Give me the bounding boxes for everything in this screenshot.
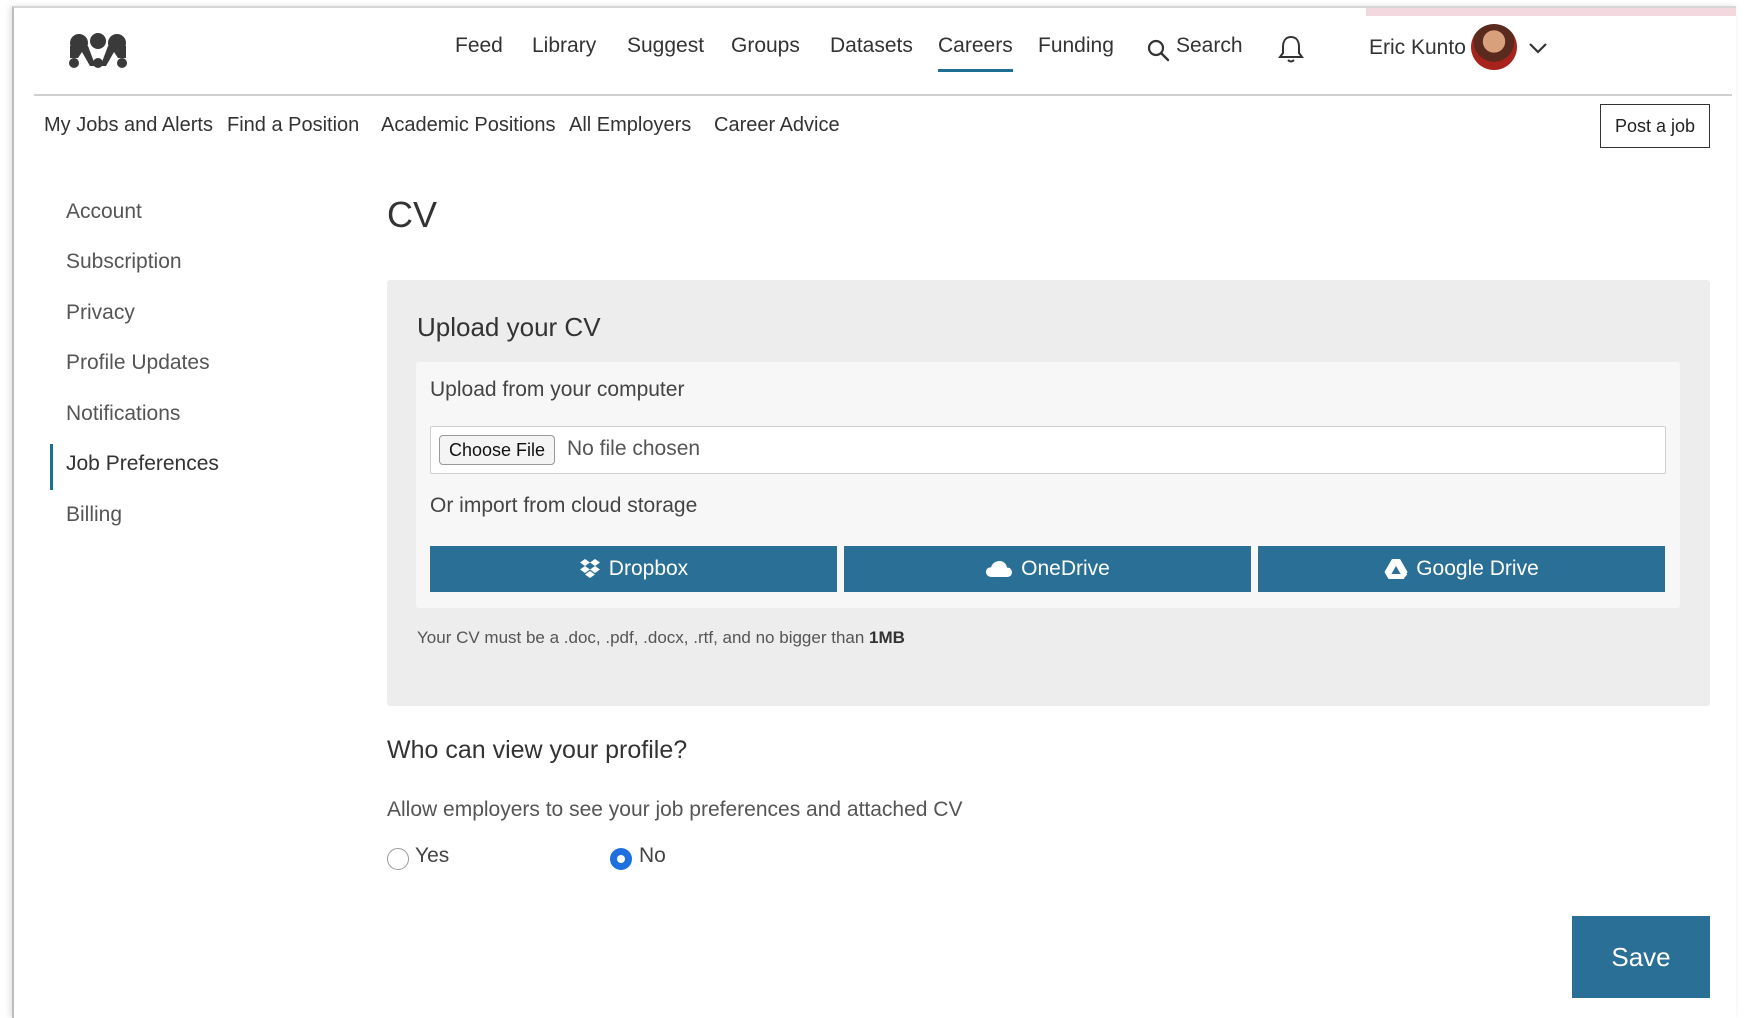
- file-input[interactable]: Choose File No file chosen: [430, 426, 1666, 474]
- sidebar-active-indicator: [50, 444, 53, 490]
- sidebar-item-notifications[interactable]: Notifications: [66, 402, 180, 426]
- onedrive-icon: [986, 561, 1013, 577]
- sidebar-item-subscription[interactable]: Subscription: [66, 250, 182, 274]
- nav-suggest[interactable]: Suggest: [627, 34, 704, 58]
- search-icon[interactable]: [1146, 38, 1170, 62]
- subnav-all-employers[interactable]: All Employers: [569, 114, 691, 137]
- upload-cv-panel: Upload your CV Upload from your computer…: [387, 280, 1710, 706]
- dropbox-label: Dropbox: [608, 557, 689, 580]
- dropbox-button[interactable]: Dropbox: [430, 546, 837, 592]
- save-button[interactable]: Save: [1572, 916, 1710, 998]
- upload-options-box: Upload from your computer Choose File No…: [416, 362, 1680, 608]
- visibility-yes-radio[interactable]: [387, 848, 409, 870]
- sidebar-item-profile-updates[interactable]: Profile Updates: [66, 351, 210, 375]
- page-title: CV: [387, 194, 438, 235]
- sidebar-item-job-preferences[interactable]: Job Preferences: [66, 452, 219, 476]
- upload-computer-label: Upload from your computer: [430, 378, 685, 401]
- onedrive-button[interactable]: OneDrive: [844, 546, 1251, 592]
- avatar[interactable]: [1471, 24, 1517, 70]
- nav-careers[interactable]: Careers: [938, 34, 1013, 72]
- file-requirements-text: Your CV must be a .doc, .pdf, .docx, .rt…: [417, 628, 865, 647]
- subnav-academic-positions[interactable]: Academic Positions: [381, 114, 556, 137]
- visibility-no-radio[interactable]: [610, 848, 632, 870]
- onedrive-label: OneDrive: [1021, 557, 1110, 580]
- sidebar-item-account[interactable]: Account: [66, 200, 142, 224]
- nav-funding[interactable]: Funding: [1038, 34, 1114, 58]
- nav-search[interactable]: Search: [1176, 34, 1243, 58]
- subnav-my-jobs-and-alerts[interactable]: My Jobs and Alerts: [44, 114, 213, 137]
- nav-feed[interactable]: Feed: [455, 34, 503, 58]
- bell-icon[interactable]: [1278, 34, 1304, 64]
- nav-library[interactable]: Library: [532, 34, 596, 58]
- sidebar-item-privacy[interactable]: Privacy: [66, 301, 135, 325]
- visibility-yes-label[interactable]: Yes: [415, 844, 449, 868]
- visibility-no-label[interactable]: No: [639, 844, 666, 868]
- sidebar-item-billing[interactable]: Billing: [66, 503, 122, 527]
- user-name[interactable]: Eric Kunto: [1369, 36, 1466, 60]
- post-job-button[interactable]: Post a job: [1600, 104, 1710, 148]
- app-window: Feed Library Suggest Groups Datasets Car…: [12, 6, 1736, 1018]
- cloud-storage-label: Or import from cloud storage: [430, 494, 698, 517]
- file-size-limit: 1MB: [869, 628, 905, 647]
- no-file-status: No file chosen: [567, 437, 701, 460]
- file-requirements-hint: Your CV must be a .doc, .pdf, .docx, .rt…: [417, 628, 905, 648]
- mendeley-logo[interactable]: [66, 32, 130, 70]
- google-drive-button[interactable]: Google Drive: [1258, 546, 1665, 592]
- visibility-description: Allow employers to see your job preferen…: [387, 798, 963, 821]
- nav-datasets[interactable]: Datasets: [830, 34, 913, 58]
- dropbox-icon: [579, 559, 600, 578]
- google-drive-label: Google Drive: [1416, 557, 1539, 580]
- upload-section-title: Upload your CV: [417, 312, 601, 342]
- nav-groups[interactable]: Groups: [731, 34, 800, 58]
- google-drive-icon: [1384, 559, 1408, 579]
- subnav-find-a-position[interactable]: Find a Position: [227, 114, 359, 137]
- choose-file-button[interactable]: Choose File: [439, 435, 556, 465]
- top-navigation: Feed Library Suggest Groups Datasets Car…: [34, 8, 1732, 96]
- chevron-down-icon[interactable]: [1528, 42, 1548, 54]
- visibility-section-title: Who can view your profile?: [387, 736, 688, 764]
- subnav-career-advice[interactable]: Career Advice: [714, 114, 840, 137]
